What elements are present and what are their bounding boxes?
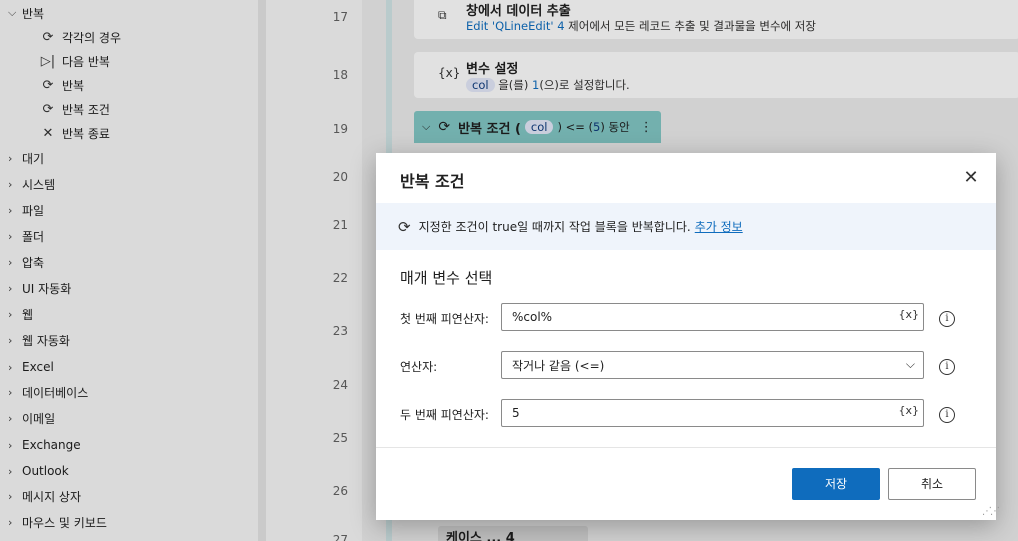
dialog-divider bbox=[376, 447, 996, 448]
section-title: 매개 변수 선택 bbox=[400, 269, 493, 287]
dialog-title: 반복 조건 bbox=[400, 172, 465, 191]
first-operand-label: 첫 번째 피연산자: bbox=[400, 312, 489, 326]
operator-label: 연산자: bbox=[400, 360, 438, 374]
close-icon[interactable]: ✕ bbox=[960, 167, 982, 189]
cancel-button[interactable]: 취소 bbox=[888, 468, 976, 500]
more-info-link[interactable]: 추가 정보 bbox=[695, 218, 743, 235]
variable-picker-icon[interactable]: {x} bbox=[898, 404, 919, 417]
loop-icon: ⟳ bbox=[398, 217, 411, 236]
operator-select[interactable]: 작거나 같음 (<=) ⌵ bbox=[501, 351, 924, 379]
variable-picker-icon[interactable]: {x} bbox=[898, 308, 919, 321]
second-operand-input[interactable]: 5 {x} bbox=[501, 399, 924, 427]
first-operand-value: %col% bbox=[512, 310, 553, 324]
resize-grip-icon[interactable]: ⋰⋰ bbox=[982, 506, 1000, 517]
loop-condition-dialog: 반복 조건 ✕ ⟳ 지정한 조건이 true일 때까지 작업 블록을 반복합니다… bbox=[376, 153, 1000, 520]
info-icon[interactable]: i bbox=[939, 359, 955, 375]
info-icon[interactable]: i bbox=[939, 311, 955, 327]
operator-value: 작거나 같음 (<=) bbox=[512, 358, 605, 373]
second-operand-label: 두 번째 피연산자: bbox=[400, 408, 489, 422]
second-operand-value: 5 bbox=[512, 406, 520, 420]
save-button[interactable]: 저장 bbox=[792, 468, 880, 500]
info-icon[interactable]: i bbox=[939, 407, 955, 423]
chevron-down-icon: ⌵ bbox=[905, 357, 915, 371]
info-text: 지정한 조건이 true일 때까지 작업 블록을 반복합니다. bbox=[418, 220, 691, 234]
dialog-info-banner: ⟳ 지정한 조건이 true일 때까지 작업 블록을 반복합니다. 추가 정보 bbox=[376, 203, 996, 250]
first-operand-input[interactable]: %col% {x} bbox=[501, 303, 924, 331]
